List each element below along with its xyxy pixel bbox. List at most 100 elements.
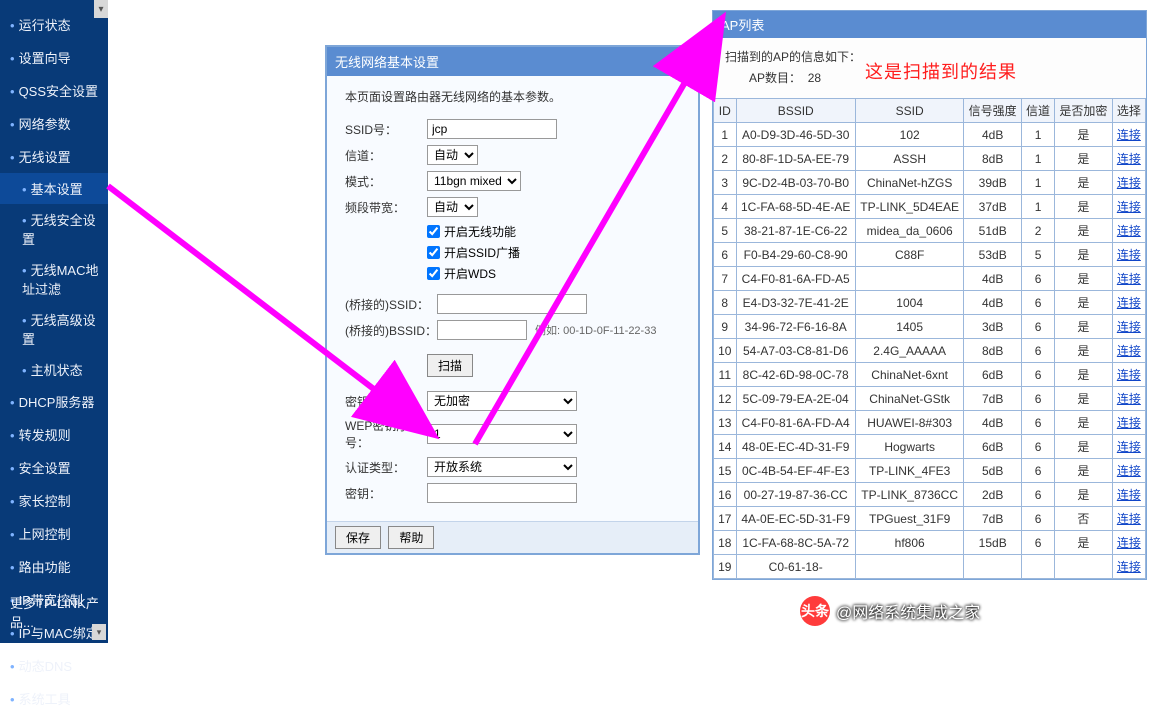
table-cell bbox=[964, 555, 1021, 579]
table-cell: 是 bbox=[1055, 387, 1112, 411]
sidebar-item[interactable]: •网络参数 bbox=[0, 107, 108, 140]
connect-link[interactable]: 连接 bbox=[1112, 531, 1145, 555]
connect-link[interactable]: 连接 bbox=[1112, 555, 1145, 579]
sidebar-subitem[interactable]: •基本设置 bbox=[0, 173, 108, 204]
bridge-bssid-input[interactable] bbox=[437, 320, 527, 340]
table-cell: 38-21-87-1E-C6-22 bbox=[736, 219, 855, 243]
connect-link[interactable]: 连接 bbox=[1112, 435, 1145, 459]
table-cell: 4dB bbox=[964, 291, 1021, 315]
ap-list-panel: AP列表 扫描到的AP的信息如下： AP数目： 28 IDBSSIDSSID信号… bbox=[712, 10, 1147, 580]
connect-link[interactable]: 连接 bbox=[1112, 483, 1145, 507]
table-cell: 1C-FA-68-8C-5A-72 bbox=[736, 531, 855, 555]
table-cell: ChinaNet-GStk bbox=[855, 387, 964, 411]
table-cell: 1 bbox=[714, 123, 737, 147]
sidebar-item[interactable]: •安全设置 bbox=[0, 451, 108, 484]
sidebar-item[interactable]: •QSS安全设置 bbox=[0, 74, 108, 107]
table-cell: 是 bbox=[1055, 267, 1112, 291]
table-cell: 17 bbox=[714, 507, 737, 531]
connect-link[interactable]: 连接 bbox=[1112, 507, 1145, 531]
connect-link[interactable]: 连接 bbox=[1112, 363, 1145, 387]
key-input[interactable] bbox=[427, 483, 577, 503]
sidebar-subitem[interactable]: •无线MAC地址过滤 bbox=[0, 254, 108, 304]
sidebar-item[interactable]: •DHCP服务器 bbox=[0, 385, 108, 418]
scan-button[interactable]: 扫描 bbox=[427, 354, 473, 377]
bandwidth-select[interactable]: 自动 bbox=[427, 197, 478, 217]
ap-panel-title: AP列表 bbox=[713, 11, 1146, 38]
sidebar-footer-expand-icon[interactable]: ▾ bbox=[92, 624, 106, 640]
sidebar-item[interactable]: •路由功能 bbox=[0, 550, 108, 583]
connect-link[interactable]: 连接 bbox=[1112, 219, 1145, 243]
connect-link[interactable]: 连接 bbox=[1112, 291, 1145, 315]
auth-type-select[interactable]: 开放系统 bbox=[427, 457, 577, 477]
sidebar-item[interactable]: •运行状态 bbox=[0, 8, 108, 41]
connect-link[interactable]: 连接 bbox=[1112, 171, 1145, 195]
encryption-label: 密钥类型： bbox=[345, 393, 427, 410]
table-cell: 2 bbox=[714, 147, 737, 171]
table-cell: 8 bbox=[714, 291, 737, 315]
table-cell: 是 bbox=[1055, 243, 1112, 267]
connect-link[interactable]: 连接 bbox=[1112, 195, 1145, 219]
table-cell: 15dB bbox=[964, 531, 1021, 555]
sidebar-item[interactable]: •无线设置 bbox=[0, 140, 108, 173]
connect-link[interactable]: 连接 bbox=[1112, 387, 1145, 411]
table-cell: 6 bbox=[1021, 435, 1054, 459]
ap-count-label: AP数目： bbox=[749, 71, 801, 85]
table-cell: 是 bbox=[1055, 411, 1112, 435]
table-cell: 6dB bbox=[964, 435, 1021, 459]
table-row: 39C-D2-4B-03-70-B0ChinaNet-hZGS39dB1是连接 bbox=[714, 171, 1146, 195]
bridge-bssid-label: (桥接的)BSSID： bbox=[345, 322, 437, 339]
enable-wireless-checkbox[interactable] bbox=[427, 225, 440, 238]
table-cell: 否 bbox=[1055, 507, 1112, 531]
table-cell: 6dB bbox=[964, 363, 1021, 387]
table-cell: 4dB bbox=[964, 411, 1021, 435]
table-cell: 4 bbox=[714, 195, 737, 219]
connect-link[interactable]: 连接 bbox=[1112, 411, 1145, 435]
table-cell: ASSH bbox=[855, 147, 964, 171]
table-cell: 48-0E-EC-4D-31-F9 bbox=[736, 435, 855, 459]
sidebar-item[interactable]: •转发规则 bbox=[0, 418, 108, 451]
connect-link[interactable]: 连接 bbox=[1112, 459, 1145, 483]
save-button[interactable]: 保存 bbox=[335, 526, 381, 549]
sidebar-item[interactable]: •上网控制 bbox=[0, 517, 108, 550]
connect-link[interactable]: 连接 bbox=[1112, 147, 1145, 171]
table-row: 150C-4B-54-EF-4F-E3TP-LINK_4FE35dB6是连接 bbox=[714, 459, 1146, 483]
connect-link[interactable]: 连接 bbox=[1112, 267, 1145, 291]
table-cell: 5 bbox=[1021, 243, 1054, 267]
table-cell: 6 bbox=[1021, 267, 1054, 291]
connect-link[interactable]: 连接 bbox=[1112, 339, 1145, 363]
table-cell: C88F bbox=[855, 243, 964, 267]
bridge-ssid-input[interactable] bbox=[437, 294, 587, 314]
panel-description: 本页面设置路由器无线网络的基本参数。 bbox=[345, 88, 680, 105]
connect-link[interactable]: 连接 bbox=[1112, 123, 1145, 147]
sidebar-subitem[interactable]: •无线安全设置 bbox=[0, 204, 108, 254]
table-cell: 9 bbox=[714, 315, 737, 339]
table-cell: TP-LINK_5D4EAE bbox=[855, 195, 964, 219]
table-cell: 是 bbox=[1055, 339, 1112, 363]
table-cell: 6 bbox=[1021, 531, 1054, 555]
connect-link[interactable]: 连接 bbox=[1112, 243, 1145, 267]
table-cell: 11 bbox=[714, 363, 737, 387]
sidebar-item[interactable]: •设置向导 bbox=[0, 41, 108, 74]
sidebar-subitem[interactable]: •主机状态 bbox=[0, 354, 108, 385]
encryption-select[interactable]: 无加密 bbox=[427, 391, 577, 411]
sidebar-subitem[interactable]: •无线高级设置 bbox=[0, 304, 108, 354]
ap-table-header: ID bbox=[714, 99, 737, 123]
sidebar-item[interactable]: •家长控制 bbox=[0, 484, 108, 517]
table-cell: 1004 bbox=[855, 291, 964, 315]
mode-select[interactable]: 11bgn mixed bbox=[427, 171, 521, 191]
enable-wds-checkbox[interactable] bbox=[427, 267, 440, 280]
watermark: 头条 @网络系统集成之家 bbox=[800, 596, 980, 626]
help-button[interactable]: 帮助 bbox=[388, 526, 434, 549]
wep-index-select[interactable]: 1 bbox=[427, 424, 577, 444]
connect-link[interactable]: 连接 bbox=[1112, 315, 1145, 339]
sidebar-item[interactable]: •系统工具 bbox=[0, 682, 108, 715]
table-cell: 6 bbox=[1021, 291, 1054, 315]
enable-ssid-broadcast-checkbox[interactable] bbox=[427, 246, 440, 259]
table-cell: 6 bbox=[1021, 459, 1054, 483]
sidebar-item[interactable]: •动态DNS bbox=[0, 649, 108, 682]
channel-select[interactable]: 自动 bbox=[427, 145, 478, 165]
table-cell: 6 bbox=[1021, 387, 1054, 411]
ssid-input[interactable] bbox=[427, 119, 557, 139]
table-cell: 2 bbox=[1021, 219, 1054, 243]
ap-table-header: 选择 bbox=[1112, 99, 1145, 123]
